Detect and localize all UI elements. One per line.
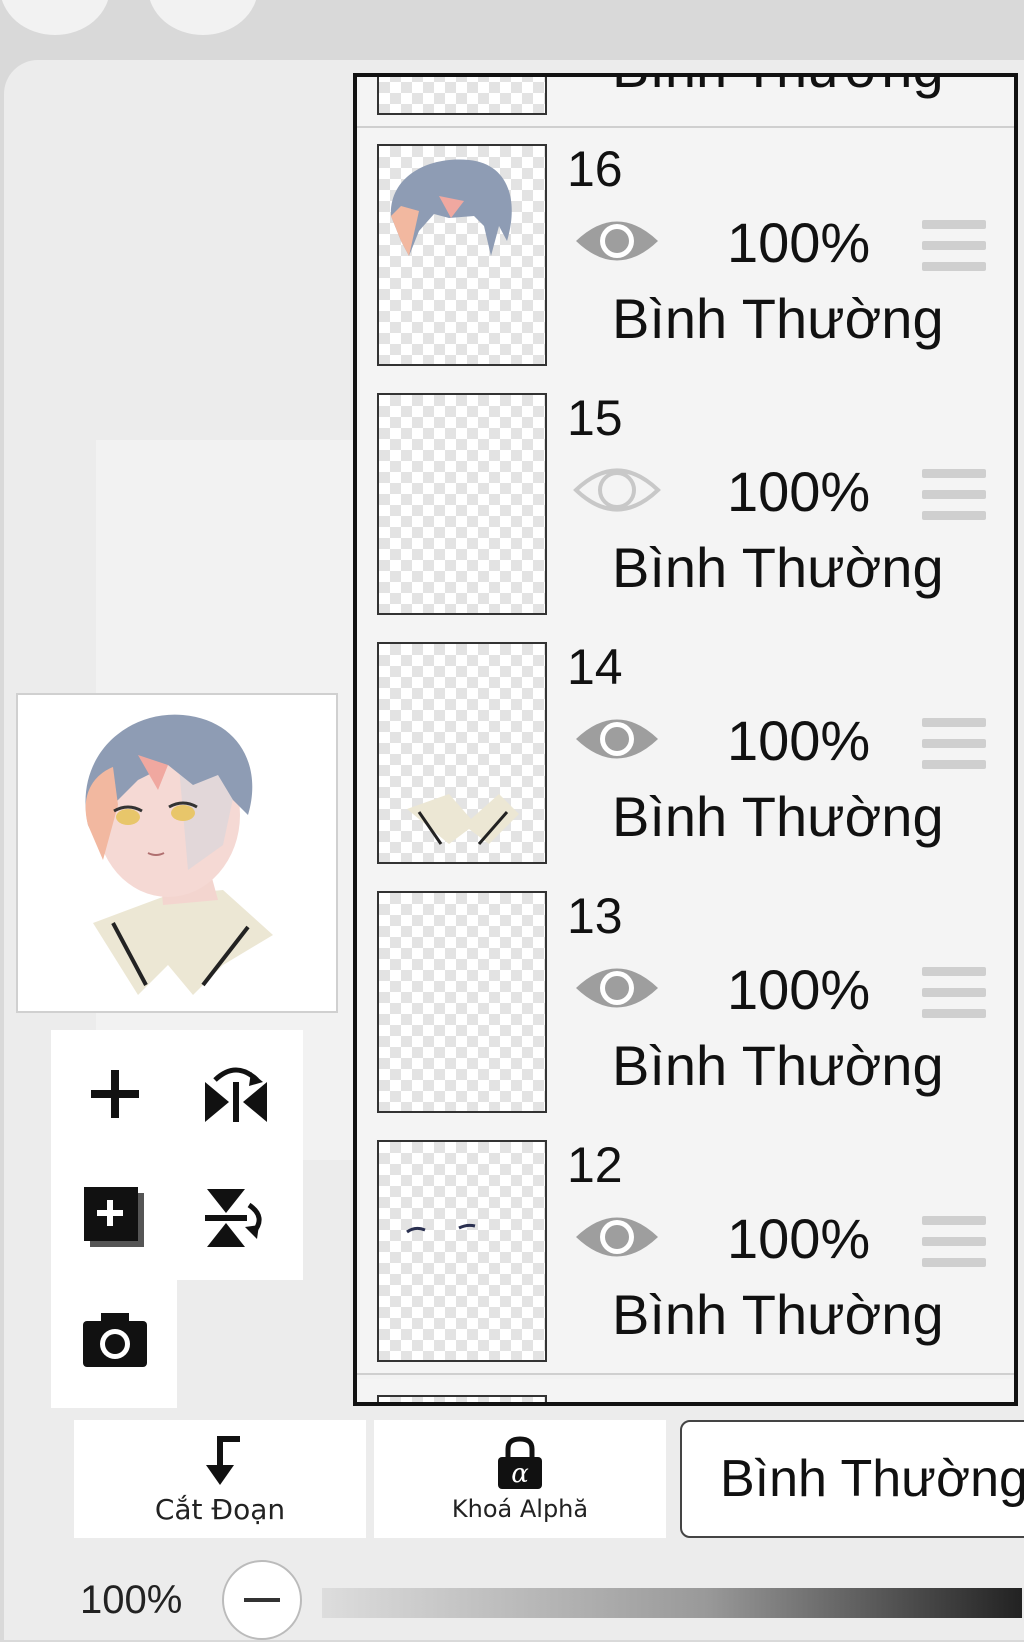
layer-blend-mode[interactable]: Bình Thường [612, 1033, 944, 1098]
layer-row-partial-top[interactable]: Bình Thường [357, 77, 1014, 128]
eye-icon [576, 221, 658, 261]
layer-thumbnail [377, 144, 547, 366]
eye-icon [576, 719, 658, 759]
drag-handle-icon[interactable] [922, 220, 986, 272]
flip-layer-button[interactable] [196, 1054, 276, 1134]
layer-list[interactable]: Bình Thường 16 100% Bình Thường 15 100% Bình … [353, 73, 1018, 1406]
eye-icon [576, 968, 658, 1008]
clipping-label: Cắt Đoạn [154, 1492, 286, 1526]
layer-number: 13 [567, 888, 623, 944]
layer-opacity[interactable]: 100% [727, 957, 870, 1022]
eye-icon [576, 1217, 658, 1257]
layer-thumbnail [377, 1395, 547, 1402]
opacity-slider-track[interactable] [322, 1588, 1022, 1618]
visibility-toggle[interactable] [572, 955, 662, 1021]
layer-number: 16 [567, 141, 623, 197]
add-layer-button[interactable] [75, 1054, 155, 1134]
minus-icon [244, 1598, 280, 1602]
layer-row-14[interactable]: 14 100% Bình Thường [357, 626, 1014, 877]
flip-horizontal-icon [205, 1067, 267, 1122]
layer-thumbnail [377, 1140, 547, 1362]
visibility-toggle[interactable] [572, 457, 662, 523]
layer-thumbnail [377, 77, 547, 115]
layer-opacity[interactable]: 100% [727, 459, 870, 524]
layer-blend-mode[interactable]: Bình Thường [612, 77, 944, 100]
visibility-toggle[interactable] [572, 208, 662, 274]
layer-tools-extension [51, 1280, 177, 1408]
layer-blend-mode[interactable]: Bình Thường [612, 1282, 944, 1347]
character-preview-image [85, 714, 273, 995]
drag-handle-icon[interactable] [922, 1216, 986, 1268]
alpha-lock-icon: α [498, 1436, 542, 1489]
layer-opacity[interactable]: 100% [727, 1206, 870, 1271]
layer-row-partial-bottom[interactable] [357, 1379, 1014, 1402]
layer-row-13[interactable]: 13 100% Bình Thường [357, 875, 1014, 1126]
visibility-toggle[interactable] [572, 706, 662, 772]
layer-number: 15 [567, 390, 623, 446]
layer-opacity[interactable]: 100% [727, 708, 870, 773]
add-layer-box-icon [84, 1187, 144, 1247]
visibility-toggle[interactable] [572, 1204, 662, 1270]
layer-blend-mode[interactable]: Bình Thường [612, 286, 944, 351]
layer-thumbnail [377, 393, 547, 615]
zoom-minus-button[interactable] [222, 1560, 302, 1640]
drag-handle-icon[interactable] [922, 967, 986, 1019]
add-layer-box-button[interactable] [75, 1178, 155, 1258]
layer-thumbnail [377, 642, 547, 864]
drag-handle-icon[interactable] [922, 718, 986, 770]
layer-thumbnail [377, 891, 547, 1113]
alpha-lock-label: Khoá Alphă [451, 1495, 589, 1523]
layer-row-15[interactable]: 15 100% Bình Thường [357, 377, 1014, 628]
camera-icon [83, 1313, 147, 1367]
svg-text:α: α [511, 1459, 529, 1489]
merge-down-button[interactable] [196, 1178, 276, 1258]
top-button-left[interactable] [0, 0, 110, 35]
drag-handle-icon[interactable] [922, 469, 986, 521]
blend-mode-select[interactable]: Bình Thường [680, 1420, 1024, 1538]
layer-number: 12 [567, 1137, 623, 1193]
plus-icon [91, 1070, 139, 1118]
layer-opacity[interactable]: 100% [727, 210, 870, 275]
clip-arrow-icon [206, 1435, 240, 1485]
hair-thumbnail-art [390, 159, 512, 256]
layer-number: 14 [567, 639, 623, 695]
merge-down-icon [205, 1189, 262, 1247]
zoom-label: 100% [80, 1578, 183, 1622]
canvas-preview[interactable] [16, 693, 338, 1013]
layer-blend-mode[interactable]: Bình Thường [612, 535, 944, 600]
top-button-right[interactable] [148, 0, 258, 35]
layer-row-16[interactable]: 16 100% Bình Thường [357, 128, 1014, 379]
alpha-lock-button[interactable]: α Khoá Alphă [374, 1420, 666, 1538]
layer-row-12[interactable]: 12 100% Bình Thường [357, 1124, 1014, 1375]
layer-tools [51, 1030, 303, 1280]
collar-thumbnail-art [407, 794, 519, 845]
brows-thumbnail-art [406, 1223, 476, 1234]
layer-blend-mode[interactable]: Bình Thường [612, 784, 944, 849]
eye-hidden-icon [573, 468, 661, 512]
camera-button[interactable] [75, 1300, 155, 1380]
clipping-button[interactable]: Cắt Đoạn [74, 1420, 366, 1538]
